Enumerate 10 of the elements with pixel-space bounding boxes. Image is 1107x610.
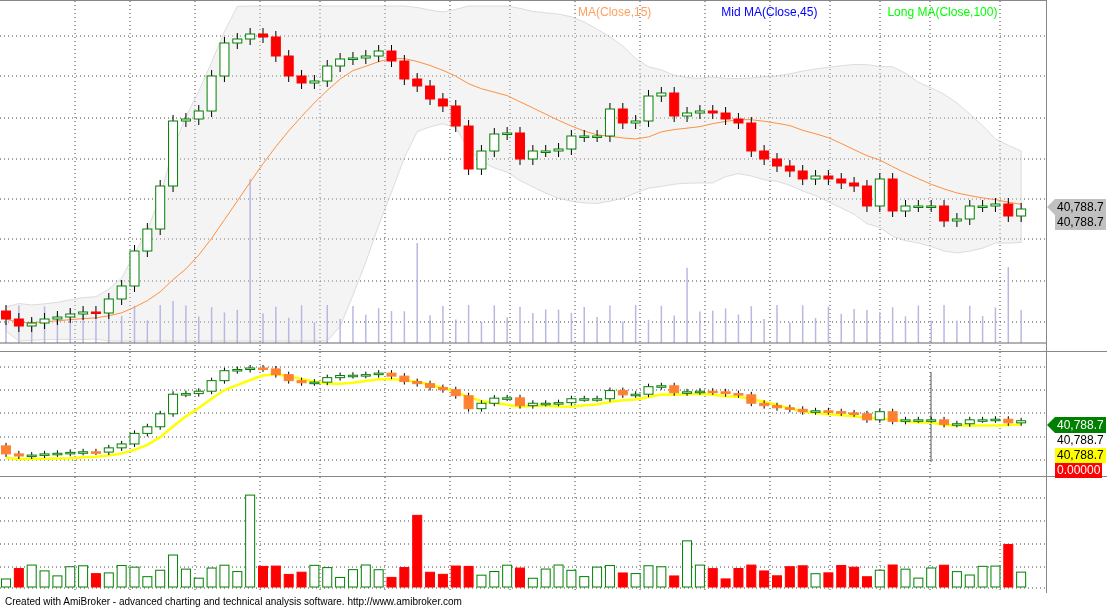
footer-text: Created with AmiBroker - advanced charting and technical analysis software. http://www.amibroker.com — [5, 595, 462, 609]
price-label: 40,788.7 — [1055, 433, 1106, 448]
legend-label: Mid MA(Close,45) — [721, 4, 818, 21]
price-label: 40,788.7 — [1055, 448, 1106, 463]
price-pointer-icon — [1047, 417, 1055, 433]
price-label: 40,788.7 — [1055, 215, 1106, 230]
price-label: 0.00000 — [1055, 463, 1103, 478]
legend-label: MA(Close,15) — [578, 4, 652, 21]
price-pointer-icon — [1047, 199, 1055, 215]
legend-label: Long MA(Close,100) — [887, 4, 998, 21]
